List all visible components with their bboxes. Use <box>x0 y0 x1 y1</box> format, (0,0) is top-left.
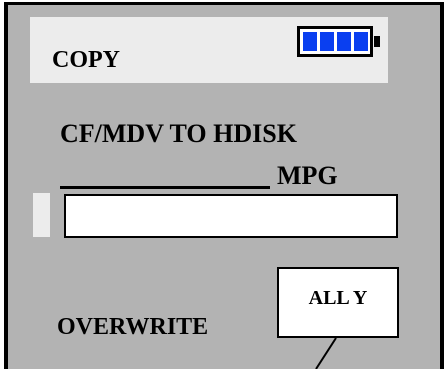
overwrite-option-value: ALL Y <box>308 287 368 309</box>
battery-bar-2 <box>320 32 334 51</box>
title-bar: COPY <box>30 17 388 83</box>
overwrite-label: OVERWRITE <box>57 314 209 340</box>
battery-terminal <box>374 36 380 47</box>
battery-bar-3 <box>337 32 351 51</box>
overwrite-option-box[interactable]: ALL Y <box>277 267 399 338</box>
battery-bar-4 <box>354 32 368 51</box>
selection-marker <box>33 193 50 237</box>
file-extension-label: MPG <box>277 161 338 190</box>
filename-blank-line <box>60 161 270 189</box>
battery-icon <box>297 26 380 57</box>
page-title: COPY <box>52 47 120 73</box>
filename-input-field[interactable] <box>64 194 398 238</box>
copy-mode-label: CF/MDV TO HDISK <box>60 119 297 148</box>
battery-bar-1 <box>303 32 317 51</box>
